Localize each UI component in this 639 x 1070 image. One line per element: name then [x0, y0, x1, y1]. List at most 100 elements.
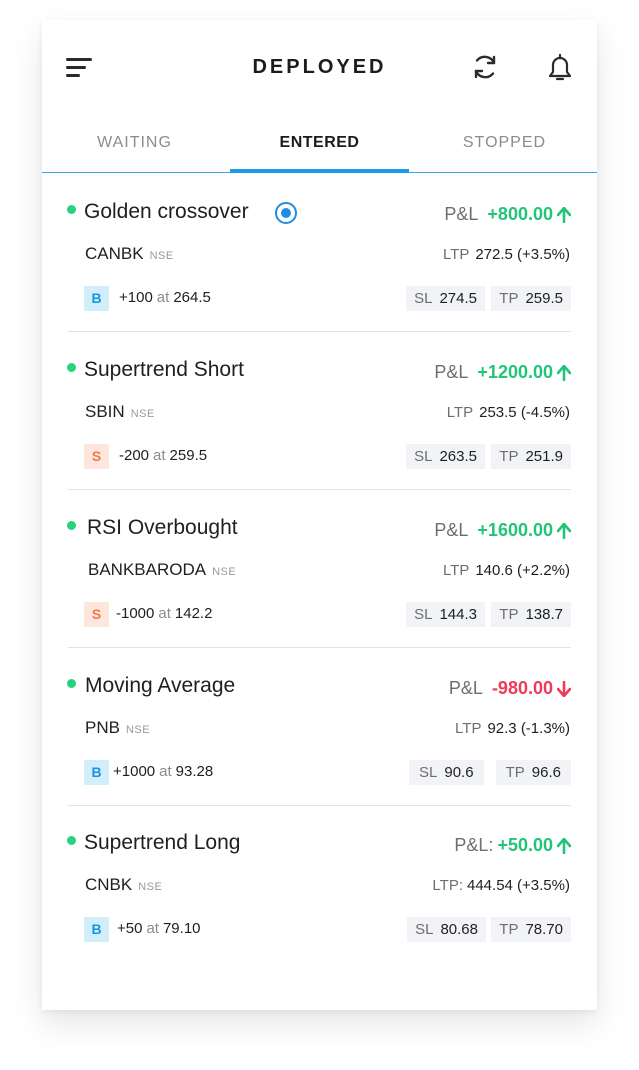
- exchange-label: NSE: [130, 408, 155, 420]
- pnl: P&L -980.00: [449, 678, 571, 699]
- pnl-value: +1600.00: [477, 520, 553, 540]
- status-dot: [67, 521, 76, 530]
- tp-label: TP: [499, 921, 519, 938]
- qty-value: +100: [119, 289, 153, 306]
- symbol-name: SBIN: [85, 402, 125, 421]
- sl-label: SL: [414, 290, 433, 307]
- tp-value: 96.6: [531, 764, 561, 781]
- ltp: LTP 140.6 (+2.2%): [443, 562, 570, 579]
- arrow-down-icon: [557, 680, 571, 697]
- arrow-up-icon: [557, 364, 571, 381]
- at-label: at: [156, 289, 170, 306]
- buy-badge: B: [84, 917, 109, 942]
- tab-stopped[interactable]: STOPPED: [412, 134, 597, 152]
- tp-value: 259.5: [525, 290, 563, 307]
- trade-row[interactable]: Supertrend Long P&L: +50.00 CNBK NSE LTP:…: [42, 806, 597, 964]
- trade-row[interactable]: Supertrend Short P&L +1200.00 SBIN NSE LT…: [42, 332, 597, 490]
- stop-loss-chip: SL 263.5: [406, 444, 485, 469]
- at-label: at: [158, 605, 171, 622]
- symbol: CNBK NSE: [85, 875, 162, 895]
- ltp-label: LTP: [442, 246, 470, 263]
- position-qty: -1000 at 142.2: [116, 605, 212, 622]
- pnl-value: +50.00: [497, 835, 553, 855]
- ltp-value: 253.5 (-4.5%): [479, 404, 570, 421]
- qty-value: +50: [117, 920, 143, 937]
- ltp-value: 272.5 (+3.5%): [475, 246, 570, 263]
- stop-loss-chip: SL 90.6: [409, 760, 484, 785]
- symbol-name: BANKBARODA: [88, 560, 207, 579]
- at-label: at: [159, 763, 172, 780]
- status-dot: [67, 205, 76, 214]
- pnl-label: P&L:: [454, 835, 494, 855]
- at-label: at: [153, 447, 166, 464]
- symbol: CANBK NSE: [85, 244, 174, 264]
- strategy-name: RSI Overbought: [87, 516, 238, 539]
- ltp-label: LTP: [442, 562, 470, 579]
- arrow-up-icon: [557, 206, 571, 223]
- stop-loss-chip: SL 144.3: [406, 602, 485, 627]
- ltp-label: LTP:: [432, 877, 463, 894]
- sl-value: 80.68: [440, 921, 478, 938]
- exchange-label: NSE: [138, 881, 163, 893]
- ltp-label: LTP: [455, 720, 482, 737]
- tab-waiting[interactable]: WAITING: [42, 134, 227, 152]
- strategy-name: Supertrend Short: [84, 358, 244, 381]
- position-qty: +50 at 79.10: [117, 920, 201, 937]
- tp-label: TP: [499, 290, 519, 307]
- ltp-value: 444.54 (+3.5%): [467, 877, 570, 894]
- pnl-label: P&L: [448, 678, 483, 698]
- tp-value: 78.70: [525, 921, 563, 938]
- pnl: P&L +1600.00: [434, 520, 571, 541]
- stop-loss-chip: SL 80.68: [407, 917, 486, 942]
- stop-loss-chip: SL 274.5: [406, 286, 485, 311]
- symbol: BANKBARODA NSE: [88, 560, 236, 580]
- exchange-label: NSE: [149, 250, 174, 262]
- position-qty: +100 at 264.5: [119, 289, 211, 306]
- position-qty: +1000 at 93.28: [113, 763, 213, 780]
- buy-badge: B: [84, 286, 109, 311]
- tp-label: TP: [505, 764, 525, 781]
- refresh-icon[interactable]: [470, 52, 500, 82]
- active-tab-indicator: [230, 169, 409, 173]
- take-profit-chip: TP 78.70: [491, 917, 571, 942]
- pnl: P&L +800.00: [444, 204, 571, 225]
- ltp: LTP: 444.54 (+3.5%): [432, 877, 570, 894]
- trade-list: Golden crossover P&L +800.00 CANBK NSE LT…: [42, 174, 597, 964]
- tp-value: 251.9: [525, 448, 563, 465]
- ltp: LTP 92.3 (-1.3%): [455, 720, 570, 737]
- strategy-name: Golden crossover: [84, 200, 249, 223]
- position-qty: -200 at 259.5: [119, 447, 207, 464]
- take-profit-chip: TP 96.6: [495, 760, 571, 785]
- arrow-up-icon: [557, 837, 571, 854]
- pnl-value: +800.00: [487, 204, 553, 224]
- pnl-label: P&L: [434, 362, 469, 382]
- trade-row[interactable]: RSI Overbought P&L +1600.00 BANKBARODA NS…: [42, 490, 597, 648]
- sl-value: 144.3: [439, 606, 477, 623]
- qty-value: +1000: [113, 763, 156, 780]
- pnl-value: -980.00: [491, 678, 553, 698]
- trade-row[interactable]: Moving Average P&L -980.00 PNB NSE LTP 92.…: [42, 648, 597, 806]
- selected-radio-icon[interactable]: [275, 202, 297, 224]
- entry-price: 79.10: [162, 920, 201, 937]
- trade-row[interactable]: Golden crossover P&L +800.00 CANBK NSE LT…: [42, 174, 597, 332]
- status-dot: [67, 679, 76, 688]
- ltp-label: LTP: [446, 404, 474, 421]
- symbol-name: CANBK: [85, 244, 144, 263]
- symbol-name: PNB: [85, 718, 120, 737]
- buy-badge: B: [84, 760, 109, 785]
- pnl: P&L +1200.00: [434, 362, 571, 383]
- tab-entered[interactable]: ENTERED: [227, 134, 412, 152]
- symbol-name: CNBK: [85, 875, 133, 894]
- at-label: at: [146, 920, 159, 937]
- pnl: P&L: +50.00: [454, 835, 571, 856]
- sl-label: SL: [414, 448, 433, 465]
- tp-label: TP: [499, 606, 519, 623]
- take-profit-chip: TP 138.7: [491, 602, 571, 627]
- bell-icon[interactable]: [545, 52, 575, 82]
- ltp-value: 140.6 (+2.2%): [475, 562, 570, 579]
- sell-badge: S: [84, 602, 109, 627]
- strategy-name: Moving Average: [85, 674, 236, 697]
- take-profit-chip: TP 259.5: [491, 286, 571, 311]
- exchange-label: NSE: [125, 724, 151, 736]
- status-dot: [67, 363, 76, 372]
